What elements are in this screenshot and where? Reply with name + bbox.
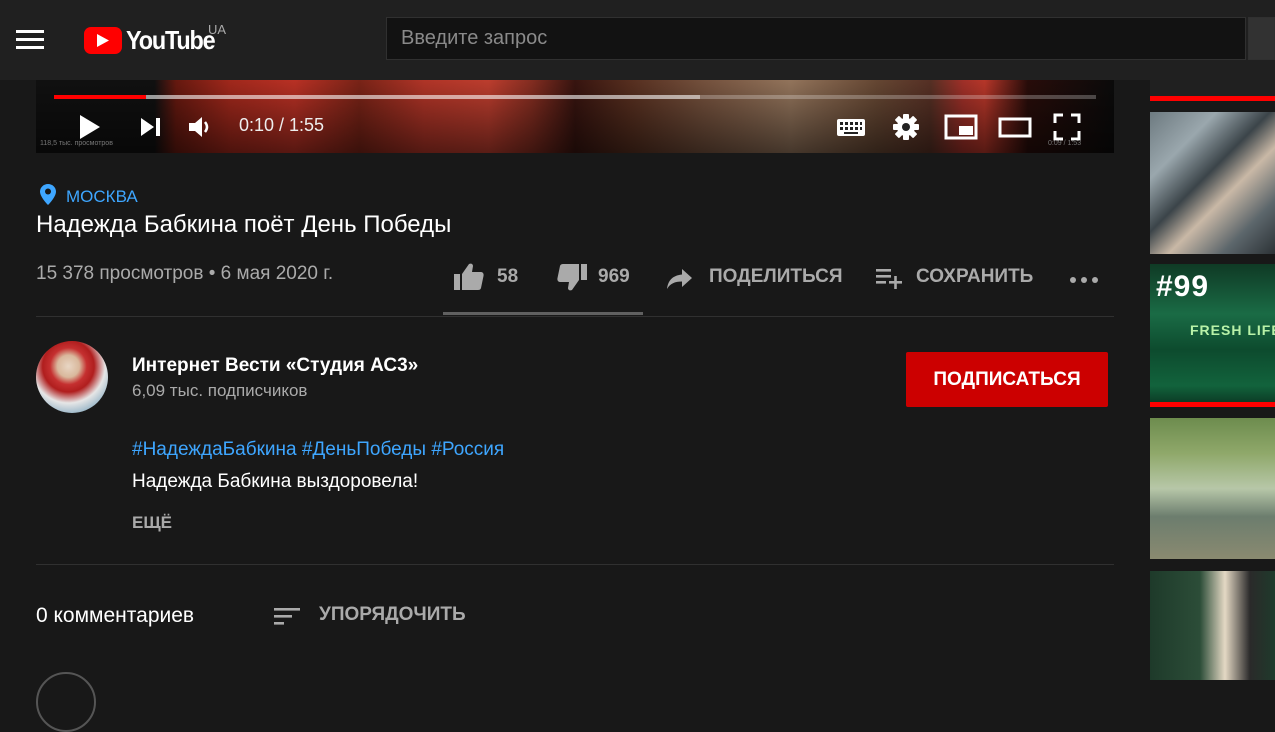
show-more-button[interactable]: ЕЩЁ: [132, 513, 172, 533]
thumbs-up-icon: [454, 263, 484, 290]
subscriber-count: 6,09 тыс. подписчиков: [132, 381, 308, 400]
search-input[interactable]: [387, 18, 1245, 59]
search-button[interactable]: [1248, 17, 1275, 60]
theater-icon: [998, 117, 1032, 138]
progress-buffered: [54, 95, 701, 99]
like-count: 58: [497, 266, 519, 287]
related-video-thumbnail[interactable]: [1150, 418, 1275, 559]
location-label: МОСКВА: [66, 187, 138, 206]
progress-played: [54, 95, 146, 99]
divider: [36, 316, 1114, 317]
subscribe-button[interactable]: ПОДПИСАТЬСЯ: [906, 352, 1108, 407]
add-to-playlist-icon: [876, 269, 902, 289]
hashtag-link[interactable]: #НадеждаБабкина: [132, 439, 297, 460]
fullscreen-button[interactable]: [1052, 112, 1082, 142]
masthead: YouTube UA: [0, 0, 1275, 80]
volume-button[interactable]: [186, 112, 216, 142]
theater-mode-button[interactable]: [998, 112, 1032, 142]
save-button[interactable]: СОХРАНИТЬ: [875, 262, 1045, 292]
dislike-count: 969: [598, 266, 630, 287]
channel-name[interactable]: Интернет Вести «Студия АС3»: [132, 355, 418, 377]
thumbs-down-icon: [557, 264, 587, 291]
related-video-thumbnail[interactable]: #99 FRESH LIFE2: [1150, 264, 1275, 407]
video-title: Надежда Бабкина поёт День Победы: [36, 211, 452, 238]
save-label: СОХРАНИТЬ: [916, 266, 1034, 287]
search-box: [386, 17, 1246, 60]
views-and-date: 15 378 просмотров • 6 мая 2020 г.: [36, 263, 334, 284]
thumbnail-caption: FRESH LIFE2: [1190, 322, 1275, 338]
next-button[interactable]: [137, 112, 167, 142]
youtube-logo[interactable]: YouTube UA: [84, 22, 234, 58]
hashtag-link[interactable]: #Россия: [431, 439, 504, 460]
play-button[interactable]: [74, 112, 104, 142]
volume-icon: [189, 117, 209, 137]
more-horizontal-icon: [1070, 277, 1098, 283]
settings-button[interactable]: [891, 112, 921, 142]
gear-icon: [893, 114, 919, 140]
description-text: Надежда Бабкина выздоровела!: [132, 471, 419, 492]
progress-bar[interactable]: [54, 95, 1096, 99]
comments-count: 0 комментариев: [36, 604, 195, 627]
location-pin-icon: [40, 184, 56, 205]
keyboard-icon: [837, 119, 865, 136]
next-icon: [141, 118, 160, 136]
share-icon: [667, 269, 692, 289]
hashtag-link[interactable]: #ДеньПобеды: [302, 439, 426, 460]
youtube-play-logo-icon: [84, 27, 122, 54]
logo-text: YouTube: [126, 25, 216, 55]
divider: [36, 564, 1114, 565]
channel-avatar[interactable]: [36, 341, 108, 413]
related-video-thumbnail[interactable]: [1150, 571, 1275, 680]
user-avatar: [36, 672, 96, 732]
time-display: 0:10 / 1:55: [239, 115, 325, 135]
watched-progress-bar: [1150, 402, 1275, 407]
sentiment-bar: [443, 312, 643, 315]
related-video-thumbnail[interactable]: [1150, 80, 1275, 101]
more-actions-button[interactable]: [1068, 262, 1102, 292]
play-icon: [80, 115, 100, 139]
hashtags: #НадеждаБабкина #ДеньПобеды #Россия: [132, 439, 504, 461]
share-label: ПОДЕЛИТЬСЯ: [709, 266, 843, 287]
sort-label: УПОРЯДОЧИТЬ: [319, 604, 466, 625]
player-overlay-time: 0:09 / 1:53: [1048, 140, 1082, 147]
video-player[interactable]: 0:10 / 1:55 118,5 тыс. просмотров 0:09 /…: [36, 80, 1114, 153]
share-button[interactable]: ПОДЕЛИТЬСЯ: [666, 262, 846, 292]
miniplayer-icon: [944, 114, 978, 140]
country-code: UA: [208, 22, 227, 37]
thumbnail-number: #99: [1156, 270, 1210, 303]
watched-progress-bar: [1150, 96, 1275, 101]
related-video-thumbnail[interactable]: [1150, 112, 1275, 254]
like-button[interactable]: 58: [453, 262, 533, 292]
dislike-button[interactable]: 969: [556, 262, 636, 292]
player-overlay-views: 118,5 тыс. просмотров: [40, 140, 113, 147]
subtitles-button[interactable]: [836, 112, 866, 142]
menu-icon[interactable]: [16, 28, 44, 50]
fullscreen-icon: [1053, 113, 1081, 141]
sort-icon: [274, 608, 300, 625]
miniplayer-button[interactable]: [944, 112, 978, 142]
